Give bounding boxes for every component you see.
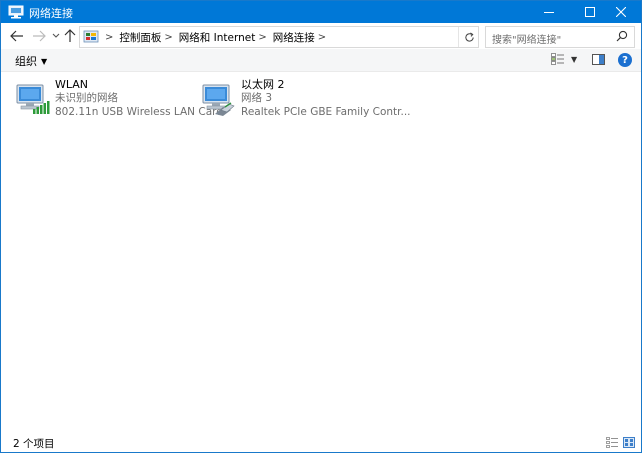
breadcrumb-network-connections[interactable]: 网络连接	[273, 30, 315, 45]
maximize-icon	[585, 7, 595, 17]
refresh-icon	[464, 31, 474, 42]
connection-item-ethernet-2[interactable]: 以太网 2 网络 3 Realtek PCIe GBE Family Contr…	[201, 76, 411, 120]
help-icon[interactable]: ?	[618, 53, 632, 67]
close-icon	[615, 7, 626, 17]
title-bar[interactable]: 网络连接	[1, 1, 641, 23]
breadcrumb-separator-icon[interactable]: >	[318, 32, 326, 43]
back-button[interactable]	[9, 27, 25, 45]
command-bar: 组织 ▼ ▼ ?	[1, 49, 641, 72]
connection-device: Realtek PCIe GBE Family Contr...	[241, 106, 411, 118]
breadcrumb-network-internet[interactable]: 网络和 Internet	[179, 30, 256, 45]
network-connections-app-icon	[8, 5, 24, 19]
chevron-down-icon	[52, 33, 60, 38]
arrow-right-icon	[33, 30, 46, 42]
breadcrumb-separator-icon[interactable]: >	[258, 32, 266, 43]
details-view-icon[interactable]	[606, 437, 618, 448]
wireless-network-icon	[16, 84, 50, 114]
search-icon[interactable]	[616, 30, 628, 42]
connection-item-wlan[interactable]: WLAN 未识别的网络 802.11n USB Wireless LAN Car…	[15, 76, 223, 120]
explorer-window: 网络连接 > 控制面板 > 网络和 Internet > 网络连接 > 搜索"网…	[0, 0, 642, 453]
breadcrumb-separator-icon[interactable]: >	[105, 32, 113, 43]
window-title: 网络连接	[29, 7, 73, 20]
forward-button[interactable]	[31, 27, 47, 45]
dropdown-caret-icon: ▼	[41, 56, 48, 66]
connection-details: WLAN 未识别的网络 802.11n USB Wireless LAN Car…	[55, 78, 223, 119]
status-bar: 2 个项目	[1, 432, 641, 452]
connection-status: 网络 3	[241, 92, 273, 104]
connection-status: 未识别的网络	[55, 92, 118, 104]
breadcrumb-separator-icon[interactable]: >	[164, 32, 172, 43]
breadcrumb-control-panel[interactable]: 控制面板	[119, 30, 161, 45]
control-panel-icon	[83, 30, 99, 43]
ethernet-network-icon	[202, 84, 235, 116]
recent-locations-button[interactable]	[51, 27, 61, 45]
preview-pane-icon	[592, 54, 605, 65]
navigation-bar: > 控制面板 > 网络和 Internet > 网络连接 > 搜索"网络连接"	[1, 23, 641, 49]
minimize-icon	[544, 12, 554, 13]
minimize-button[interactable]	[526, 1, 572, 23]
address-bar[interactable]: > 控制面板 > 网络和 Internet > 网络连接 >	[79, 26, 479, 48]
item-count: 2 个项目	[13, 438, 55, 450]
connection-details: 以太网 2 网络 3 Realtek PCIe GBE Family Contr…	[241, 78, 411, 119]
view-options-icon	[551, 53, 564, 65]
view-dropdown-caret-icon[interactable]: ▼	[571, 55, 577, 64]
refresh-button[interactable]	[458, 27, 479, 47]
arrow-up-icon	[64, 29, 76, 42]
connection-device: 802.11n USB Wireless LAN Card	[55, 106, 223, 118]
organize-menu-button[interactable]: 组织 ▼	[15, 53, 47, 69]
connection-name: 以太网 2	[241, 78, 285, 91]
organize-label: 组织	[15, 55, 37, 68]
search-input[interactable]: 搜索"网络连接"	[485, 26, 635, 48]
large-icons-view-icon[interactable]	[623, 437, 635, 448]
connection-name: WLAN	[55, 78, 89, 91]
close-button[interactable]	[600, 1, 641, 23]
breadcrumb: > 控制面板 > 网络和 Internet > 网络连接 >	[102, 30, 332, 45]
arrow-left-icon	[10, 30, 23, 42]
up-button[interactable]	[63, 27, 77, 45]
preview-pane-button[interactable]	[592, 54, 605, 68]
search-placeholder: 搜索"网络连接"	[492, 35, 562, 46]
connections-list: WLAN 未识别的网络 802.11n USB Wireless LAN Car…	[1, 72, 641, 432]
change-view-button[interactable]: ▼	[551, 53, 577, 65]
